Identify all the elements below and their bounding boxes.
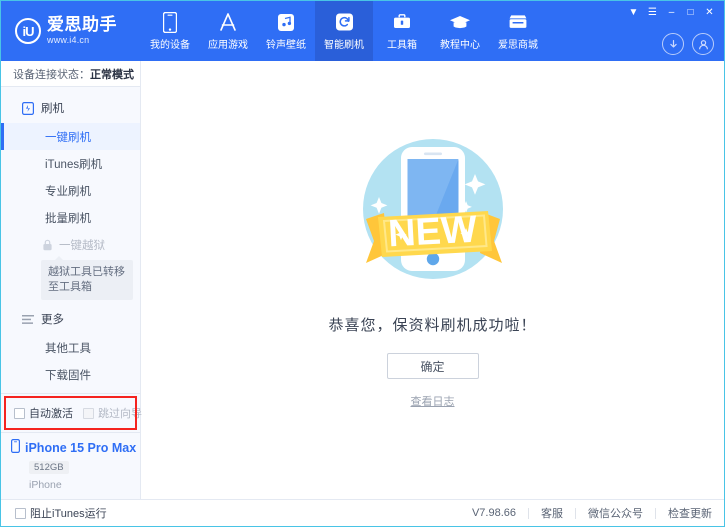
flash-options-highlight: 自动激活 跳过向导 xyxy=(4,396,142,430)
device-connection-status: 设备连接状态： 正常模式 xyxy=(1,61,140,87)
divider xyxy=(655,507,656,519)
sidebar-item-label: 专业刷机 xyxy=(45,185,91,198)
minimize-button[interactable]: – xyxy=(663,5,680,20)
sidebar-item-itunes-flash[interactable]: iTunes刷机 xyxy=(1,150,140,177)
sidebar-item-other-tools[interactable]: 其他工具 xyxy=(1,334,140,361)
menu-icon[interactable]: ☰ xyxy=(644,5,661,20)
skip-wizard-checkbox: 跳过向导 xyxy=(83,405,142,421)
sidebar-item-label: 下载固件 xyxy=(45,369,91,382)
sidebar-nav: 刷机 一键刷机 iTunes刷机 专业刷机 批量刷机 一键越狱 越狱工具已转移至… xyxy=(1,87,140,393)
sidebar-group-flash: 刷机 xyxy=(1,93,140,123)
nav-item-tutorial-center[interactable]: 教程中心 xyxy=(431,1,489,61)
checkbox-label: 阻止iTunes运行 xyxy=(30,508,107,520)
block-itunes-checkbox[interactable]: 阻止iTunes运行 xyxy=(15,505,107,521)
close-button[interactable]: ✕ xyxy=(701,5,718,20)
nav-label: 智能刷机 xyxy=(324,40,364,51)
checkbox-label: 自动激活 xyxy=(29,408,73,420)
appstore-icon xyxy=(217,11,239,33)
maximize-button[interactable]: □ xyxy=(682,5,699,20)
nav-label: 铃声壁纸 xyxy=(266,40,306,51)
checkbox-box xyxy=(14,407,25,419)
checkbox-box xyxy=(15,507,26,519)
store-icon xyxy=(507,11,529,33)
nav-label: 我的设备 xyxy=(150,40,190,51)
confirm-button[interactable]: 确定 xyxy=(386,353,479,379)
lock-icon xyxy=(41,238,53,251)
logo-mark-icon: iU xyxy=(15,18,41,44)
nav-label: 工具箱 xyxy=(387,40,417,51)
flash-phone-icon xyxy=(21,101,34,115)
success-message: 恭喜您，保资料刷机成功啦！ xyxy=(328,317,537,334)
divider xyxy=(575,507,576,519)
sidebar: 设备连接状态： 正常模式 刷机 一键刷机 iTunes刷机 专业刷机 批量刷机 … xyxy=(1,61,142,499)
sidebar-group-more: 更多 xyxy=(1,304,140,334)
nav-label: 爱思商城 xyxy=(498,40,538,51)
version-label: V7.98.66 xyxy=(471,507,516,519)
brand-url: www.i4.cn xyxy=(47,35,90,46)
list-lines-icon xyxy=(21,313,34,326)
nav-item-my-device[interactable]: 我的设备 xyxy=(141,1,199,61)
nav-item-apps-games[interactable]: 应用游戏 xyxy=(199,1,257,61)
device-phone-icon xyxy=(11,439,21,456)
sidebar-item-batch-flash[interactable]: 批量刷机 xyxy=(1,204,140,231)
sidebar-item-label: iTunes刷机 xyxy=(45,158,103,171)
nav-item-toolbox[interactable]: 工具箱 xyxy=(373,1,431,61)
checkbox-label: 跳过向导 xyxy=(98,408,142,420)
device-name-row: iPhone 15 Pro Max xyxy=(11,439,140,456)
wechat-official-link[interactable]: 微信公众号 xyxy=(588,505,643,521)
divider xyxy=(528,507,529,519)
main-nav: 我的设备 应用游戏 铃声壁纸 智能刷机 工具箱 教程中心 爱思商城 xyxy=(141,1,547,61)
app-window: iU 爱思助手 www.i4.cn 我的设备 应用游戏 铃声壁纸 智能刷机 工具… xyxy=(0,0,725,527)
nav-label: 教程中心 xyxy=(440,40,480,51)
graduation-cap-icon xyxy=(449,11,471,33)
skin-icon[interactable]: ▼ xyxy=(625,5,642,20)
checkbox-box xyxy=(83,407,94,419)
top-navigation-bar: iU 爱思助手 www.i4.cn 我的设备 应用游戏 铃声壁纸 智能刷机 工具… xyxy=(1,1,724,61)
sidebar-item-label: 其他工具 xyxy=(45,342,91,355)
sidebar-item-label: 一键越狱 xyxy=(59,239,105,252)
nav-item-store[interactable]: 爱思商城 xyxy=(489,1,547,61)
phone-icon xyxy=(163,11,177,33)
sidebar-item-one-key-flash[interactable]: 一键刷机 xyxy=(1,123,140,150)
app-logo[interactable]: iU 爱思助手 www.i4.cn xyxy=(1,1,141,61)
main-panel: NEW 恭喜您，保资料刷机成功啦！ 确定 查看日志 xyxy=(141,61,724,499)
toolbox-icon xyxy=(392,11,412,33)
check-update-link[interactable]: 检查更新 xyxy=(668,505,712,521)
sidebar-item-pro-flash[interactable]: 专业刷机 xyxy=(1,177,140,204)
nav-label: 应用游戏 xyxy=(208,40,248,51)
customer-service-link[interactable]: 客服 xyxy=(541,505,563,521)
status-bar: 阻止iTunes运行 V7.98.66 客服 微信公众号 检查更新 xyxy=(1,499,724,526)
view-log-link[interactable]: 查看日志 xyxy=(411,393,455,409)
sidebar-bottom: 自动激活 跳过向导 iPhone 15 Pro Max 512GB iPhone xyxy=(1,393,142,499)
refresh-icon xyxy=(335,11,354,33)
sidebar-item-download-firmware[interactable]: 下载固件 xyxy=(1,361,140,388)
device-capacity-badge: 512GB xyxy=(29,461,69,474)
connection-status-value: 正常模式 xyxy=(90,68,134,81)
sidebar-item-label: 批量刷机 xyxy=(45,212,91,225)
nav-item-ringtones-wallpapers[interactable]: 铃声壁纸 xyxy=(257,1,315,61)
device-name: iPhone 15 Pro Max xyxy=(25,440,137,455)
brand-title: 爱思助手 xyxy=(47,15,117,35)
download-icon[interactable] xyxy=(662,33,684,55)
sidebar-item-advanced-features[interactable]: 高级功能 xyxy=(1,388,140,393)
sidebar-group-label: 刷机 xyxy=(41,103,64,115)
device-type: iPhone xyxy=(29,479,62,491)
new-phone-badge-illustration: NEW xyxy=(362,139,503,279)
nav-item-smart-flash[interactable]: 智能刷机 xyxy=(315,1,373,61)
connection-status-label: 设备连接状态： xyxy=(13,68,90,81)
sidebar-item-one-key-jailbreak: 一键越狱 xyxy=(1,231,140,258)
auto-activate-checkbox[interactable]: 自动激活 xyxy=(14,405,73,421)
user-avatar-icon[interactable] xyxy=(692,33,714,55)
sidebar-item-label: 一键刷机 xyxy=(45,131,91,144)
content-area: 设备连接状态： 正常模式 刷机 一键刷机 iTunes刷机 专业刷机 批量刷机 … xyxy=(1,61,724,499)
footer-links: V7.98.66 客服 微信公众号 检查更新 xyxy=(472,505,712,521)
connected-device-panel[interactable]: iPhone 15 Pro Max 512GB iPhone xyxy=(1,432,140,499)
sidebar-group-label: 更多 xyxy=(41,314,64,326)
music-icon xyxy=(277,11,295,33)
user-controls xyxy=(662,33,714,55)
jailbreak-tooltip: 越狱工具已转移至工具箱 xyxy=(41,256,133,300)
window-controls: ▼ ☰ – □ ✕ xyxy=(625,5,718,20)
